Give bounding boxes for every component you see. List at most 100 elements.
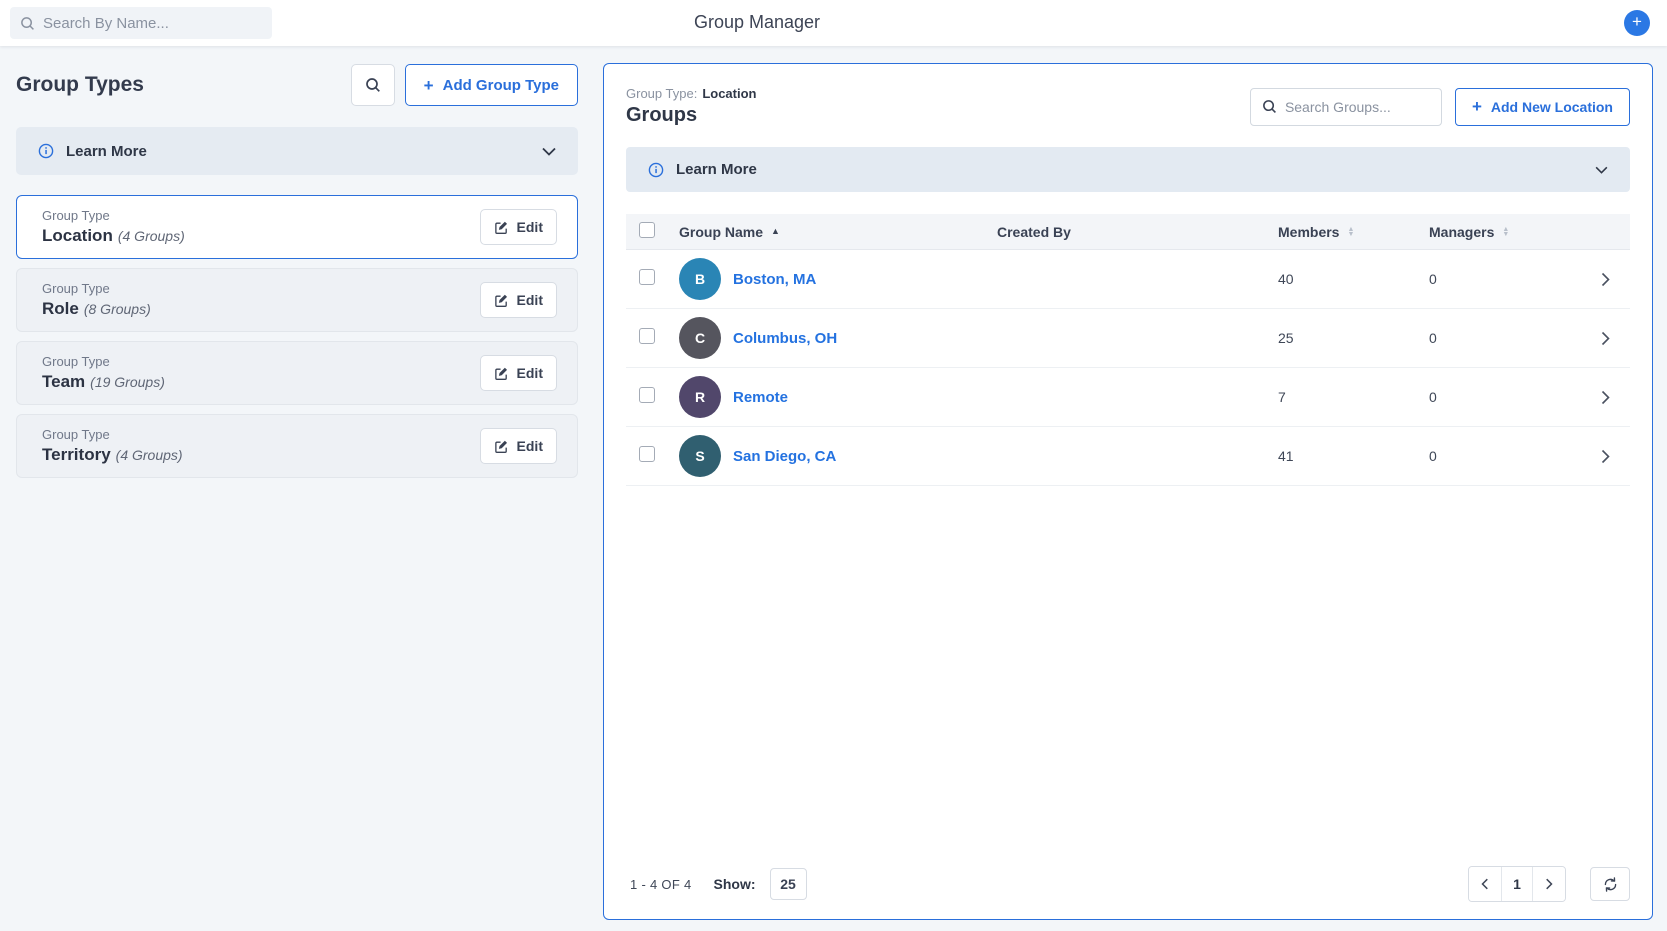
group-type-card-territory[interactable]: Group Type Territory (4 Groups) Edit (16, 414, 578, 478)
show-label: Show: (714, 876, 756, 892)
groups-table-header: Group Name ▲ Created By Members ▲▼ Manag… (626, 214, 1630, 250)
group-type-name: Location (42, 226, 113, 245)
search-icon (20, 16, 35, 31)
sort-icon: ▲▼ (1347, 227, 1354, 237)
column-header-group-name[interactable]: Group Name ▲ (679, 224, 997, 240)
row-checkbox[interactable] (639, 328, 655, 344)
edit-label: Edit (517, 438, 543, 454)
global-search[interactable] (10, 7, 272, 39)
groups-panel: Group Type: Location Groups + Add New Loc… (603, 63, 1653, 920)
group-type-label: Group Type (42, 354, 480, 369)
group-name-link[interactable]: Boston, MA (733, 271, 816, 288)
avatar: S (679, 435, 721, 477)
group-type-label: Group Type (42, 427, 480, 442)
group-type-name: Territory (42, 445, 111, 464)
edit-group-type-button[interactable]: Edit (480, 428, 557, 464)
group-type-count: (8 Groups) (84, 301, 151, 317)
group-type-card-role[interactable]: Group Type Role (8 Groups) Edit (16, 268, 578, 332)
learn-more-label: Learn More (676, 161, 1583, 178)
search-icon (365, 77, 381, 93)
breadcrumb-value: Location (702, 86, 756, 101)
members-cell: 7 (1278, 389, 1429, 405)
edit-label: Edit (517, 365, 543, 381)
edit-pencil-icon (494, 220, 509, 235)
chevron-right-icon[interactable] (1580, 449, 1630, 464)
next-page-button[interactable] (1533, 867, 1565, 901)
group-type-card-team[interactable]: Group Type Team (19 Groups) Edit (16, 341, 578, 405)
avatar: B (679, 258, 721, 300)
managers-cell: 0 (1429, 330, 1580, 346)
groups-table: Group Name ▲ Created By Members ▲▼ Manag… (626, 214, 1630, 486)
row-checkbox[interactable] (639, 387, 655, 403)
topbar: Group Manager + (0, 0, 1667, 46)
learn-more-label: Learn More (66, 143, 530, 160)
results-range: 1 - 4 OF 4 (630, 877, 692, 892)
group-type-count: (4 Groups) (118, 228, 185, 244)
group-type-count: (19 Groups) (90, 374, 165, 390)
edit-group-type-button[interactable]: Edit (480, 209, 557, 245)
sort-ascending-icon: ▲ (771, 227, 780, 236)
global-search-input[interactable] (43, 15, 262, 32)
chevron-right-icon[interactable] (1580, 331, 1630, 346)
avatar: R (679, 376, 721, 418)
group-row-columbus[interactable]: C Columbus, OH 25 0 (626, 309, 1630, 368)
members-cell: 25 (1278, 330, 1429, 346)
group-name-link[interactable]: Remote (733, 389, 788, 406)
group-row-boston[interactable]: B Boston, MA 40 0 (626, 250, 1630, 309)
pagination: 1 (1468, 866, 1566, 902)
chevron-down-icon (1595, 166, 1608, 174)
edit-label: Edit (517, 292, 543, 308)
managers-cell: 0 (1429, 389, 1580, 405)
group-type-label: Group Type (42, 208, 480, 223)
group-type-list: Group Type Location (4 Groups) Edit Group… (16, 195, 578, 478)
groups-search[interactable] (1250, 88, 1442, 126)
global-add-button[interactable]: + (1624, 10, 1650, 36)
previous-page-button[interactable] (1469, 867, 1501, 901)
breadcrumb: Group Type: Location (626, 86, 1250, 101)
column-header-managers[interactable]: Managers ▲▼ (1429, 224, 1580, 240)
avatar: C (679, 317, 721, 359)
search-icon (1262, 99, 1277, 114)
edit-pencil-icon (494, 366, 509, 381)
groups-title: Groups (626, 104, 1250, 127)
edit-group-type-button[interactable]: Edit (480, 282, 557, 318)
groups-learn-more[interactable]: Learn More (626, 147, 1630, 192)
chevron-right-icon[interactable] (1580, 390, 1630, 405)
page-size-selector[interactable]: 25 (770, 868, 807, 900)
info-icon (38, 143, 54, 159)
group-name-link[interactable]: San Diego, CA (733, 448, 836, 465)
managers-cell: 0 (1429, 448, 1580, 464)
group-types-learn-more[interactable]: Learn More (16, 127, 578, 175)
group-types-title: Group Types (16, 73, 351, 97)
refresh-button[interactable] (1590, 867, 1630, 901)
group-type-name: Role (42, 299, 79, 318)
edit-group-type-button[interactable]: Edit (480, 355, 557, 391)
group-types-search-button[interactable] (351, 64, 395, 106)
column-header-members[interactable]: Members ▲▼ (1278, 224, 1429, 240)
info-icon (648, 162, 664, 178)
chevron-right-icon[interactable] (1580, 272, 1630, 287)
group-type-card-location[interactable]: Group Type Location (4 Groups) Edit (16, 195, 578, 259)
groups-search-input[interactable] (1285, 99, 1430, 115)
add-group-type-button[interactable]: + Add Group Type (405, 64, 578, 106)
sort-icon: ▲▼ (1502, 227, 1509, 237)
group-row-san-diego[interactable]: S San Diego, CA 41 0 (626, 427, 1630, 486)
row-checkbox[interactable] (639, 446, 655, 462)
select-all-checkbox[interactable] (639, 222, 655, 238)
group-name-link[interactable]: Columbus, OH (733, 330, 837, 347)
row-checkbox[interactable] (639, 269, 655, 285)
column-header-created-by[interactable]: Created By (997, 224, 1278, 240)
group-type-name: Team (42, 372, 85, 391)
group-row-remote[interactable]: R Remote 7 0 (626, 368, 1630, 427)
group-type-label: Group Type (42, 281, 480, 296)
add-new-location-button[interactable]: + Add New Location (1455, 88, 1630, 126)
edit-pencil-icon (494, 293, 509, 308)
chevron-down-icon (542, 147, 556, 156)
add-group-type-label: Add Group Type (443, 77, 559, 94)
breadcrumb-label: Group Type: (626, 86, 697, 101)
group-type-count: (4 Groups) (116, 447, 183, 463)
edit-pencil-icon (494, 439, 509, 454)
members-cell: 40 (1278, 271, 1429, 287)
current-page: 1 (1501, 867, 1533, 901)
table-footer: 1 - 4 OF 4 Show: 25 1 (626, 867, 1630, 901)
